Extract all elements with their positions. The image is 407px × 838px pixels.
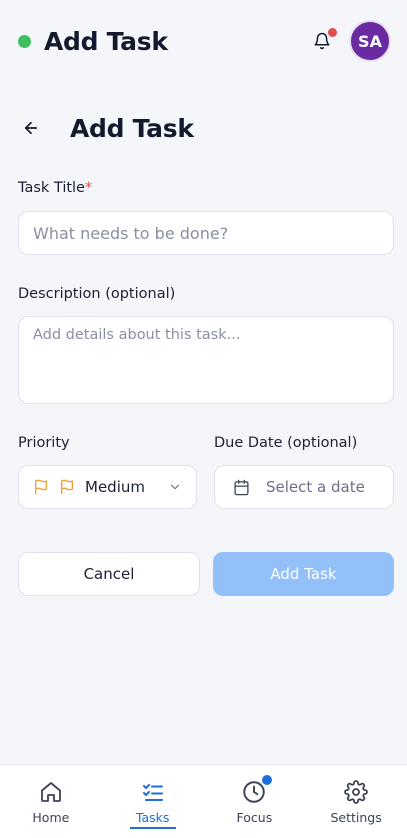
chevron-down-icon bbox=[168, 480, 182, 494]
tab-label-settings: Settings bbox=[330, 810, 382, 825]
due-date-label: Due Date (optional) bbox=[214, 435, 358, 451]
priority-value: Medium bbox=[85, 478, 145, 496]
tab-settings[interactable]: Settings bbox=[305, 765, 407, 838]
page-title: Add Task bbox=[70, 113, 194, 143]
top-app-bar: Add Task SA bbox=[0, 0, 407, 82]
calendar-icon bbox=[234, 479, 249, 495]
priority-select[interactable]: Medium bbox=[18, 465, 197, 509]
priority-label: Priority bbox=[18, 435, 70, 451]
priority-flags bbox=[33, 479, 75, 495]
tab-focus[interactable]: Focus bbox=[204, 765, 306, 838]
description-input[interactable]: Add details about this task... bbox=[18, 316, 394, 404]
focus-badge bbox=[261, 775, 272, 785]
page-header: Add Task bbox=[22, 108, 194, 148]
tab-tasks[interactable]: Tasks bbox=[102, 765, 204, 838]
tasks-icon bbox=[141, 779, 165, 805]
arrow-left-icon bbox=[24, 121, 38, 135]
tab-label-home: Home bbox=[32, 810, 70, 825]
notification-badge bbox=[328, 28, 337, 37]
tab-home[interactable]: Home bbox=[0, 765, 102, 838]
back-button[interactable] bbox=[22, 110, 58, 146]
flag-icon bbox=[61, 479, 73, 495]
add-task-button[interactable]: Add Task bbox=[213, 552, 394, 596]
active-tab-indicator bbox=[129, 827, 176, 829]
topbar-actions: SA bbox=[307, 20, 391, 62]
task-title-input[interactable]: What needs to be done? bbox=[18, 211, 394, 255]
task-title-label: Task Title* bbox=[18, 180, 92, 196]
tab-label-focus: Focus bbox=[236, 810, 273, 825]
description-label: Description (optional) bbox=[18, 286, 176, 302]
task-title-label-text: Task Title bbox=[18, 180, 85, 196]
cancel-button[interactable]: Cancel bbox=[18, 552, 200, 596]
home-icon bbox=[39, 779, 63, 805]
description-placeholder: Add details about this task... bbox=[33, 327, 241, 343]
flag-icon bbox=[35, 479, 47, 495]
gear-icon bbox=[344, 779, 368, 805]
notifications-button[interactable] bbox=[307, 26, 337, 56]
task-title-placeholder: What needs to be done? bbox=[33, 223, 229, 243]
bottom-tab-bar: Home Tasks Focus Settings bbox=[0, 764, 407, 838]
avatar[interactable]: SA bbox=[349, 20, 391, 62]
due-date-picker[interactable]: Select a date bbox=[214, 465, 394, 509]
required-mark: * bbox=[84, 180, 93, 196]
due-date-placeholder: Select a date bbox=[266, 478, 365, 496]
status-dot bbox=[18, 34, 31, 48]
app-title: Add Task bbox=[44, 26, 168, 56]
tab-label-tasks: Tasks bbox=[135, 810, 170, 825]
